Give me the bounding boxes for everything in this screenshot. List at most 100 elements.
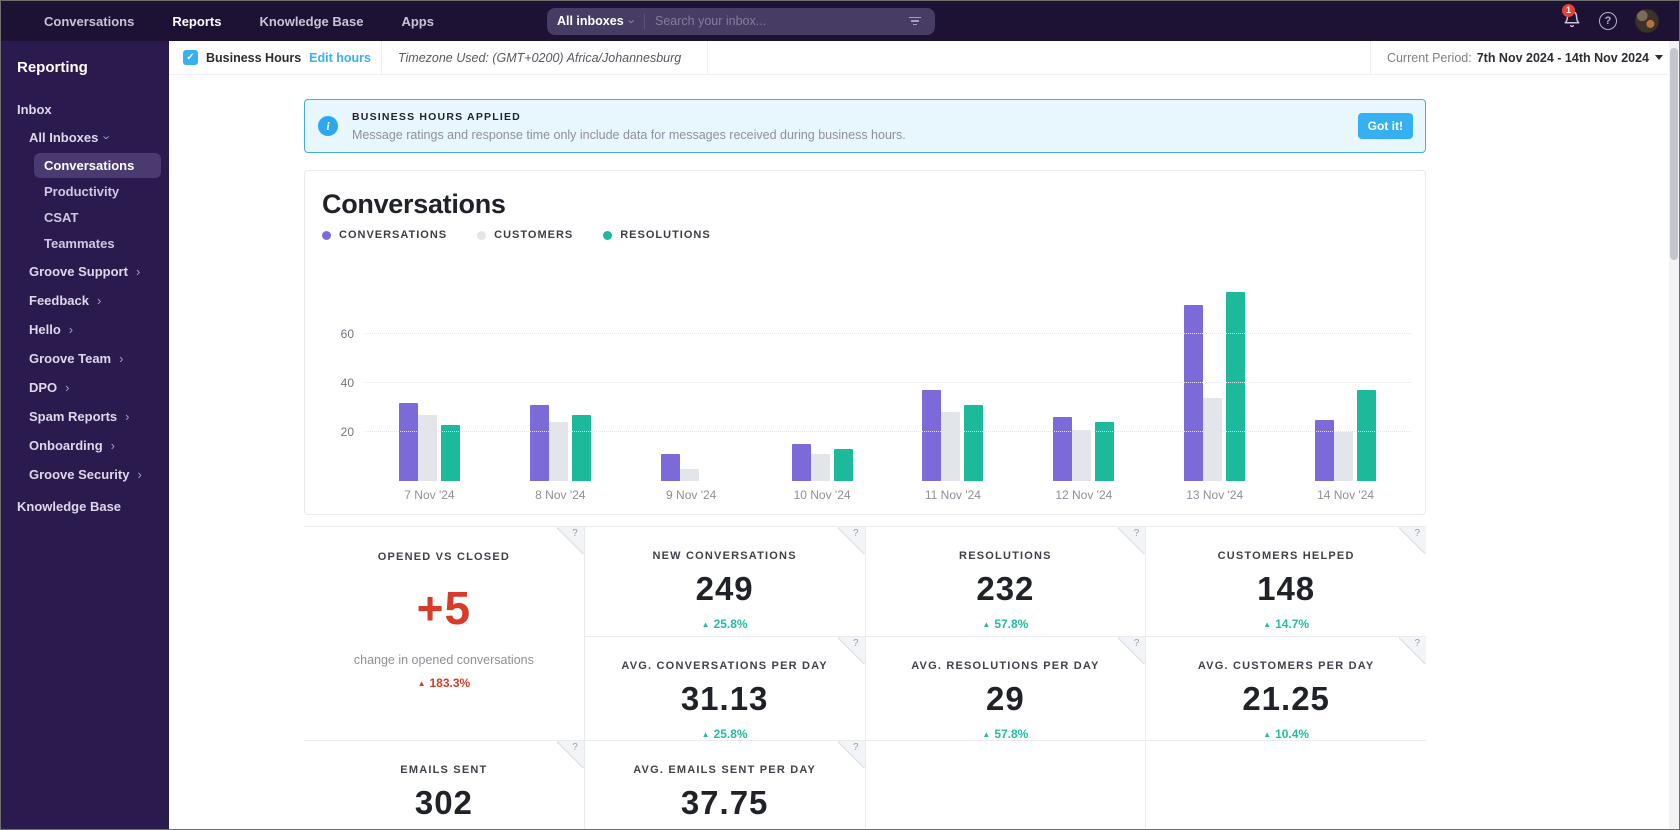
nav-conversations[interactable]: Conversations [25, 14, 153, 29]
scrollbar-thumb[interactable] [1670, 48, 1678, 260]
sidebar-group-feedback[interactable]: Feedback› [1, 286, 169, 315]
top-nav: Conversations Reports Knowledge Base App… [1, 1, 1679, 41]
sidebar-group-hello[interactable]: Hello› [1, 315, 169, 344]
nav-apps[interactable]: Apps [382, 14, 453, 29]
chart-title: Conversations [322, 189, 1411, 220]
bar-resolutions [834, 449, 853, 481]
card-avg-customers-per-day: ? AVG. CUSTOMERS PER DAY 21.25 ▲10.4% [1146, 637, 1426, 740]
nav-reports[interactable]: Reports [153, 14, 240, 29]
delta-arrow-icon: ▲ [702, 730, 710, 739]
bar-conversations [1053, 417, 1072, 481]
sidebar-group-dpo[interactable]: DPO› [1, 373, 169, 402]
nav-knowledge-base[interactable]: Knowledge Base [240, 14, 382, 29]
sidebar-item-teammates[interactable]: Teammates [34, 231, 161, 256]
legend-customers[interactable]: CUSTOMERS [477, 229, 573, 241]
conversations-chart-card: Conversations CONVERSATIONS CUSTOMERS [304, 170, 1426, 515]
sidebar-group-groove-team[interactable]: Groove Team› [1, 344, 169, 373]
caret-down-icon [1655, 55, 1663, 60]
notification-badge: 1 [1562, 4, 1575, 17]
primary-nav: Conversations Reports Knowledge Base App… [1, 14, 453, 29]
user-avatar[interactable] [1635, 9, 1659, 33]
card-avg-conversations-per-day: ? AVG. CONVERSATIONS PER DAY 31.13 ▲25.8… [585, 637, 865, 740]
bar-conversations [1315, 420, 1334, 481]
sidebar-group-groove-support[interactable]: Groove Support› [1, 257, 169, 286]
search-scope-label: All inboxes [557, 14, 624, 28]
card-help-icon[interactable]: ? [1399, 527, 1426, 554]
bar-group [1149, 269, 1280, 481]
card-help-icon[interactable]: ? [1118, 527, 1145, 554]
sidebar-all-inboxes[interactable]: All Inboxes › [1, 123, 169, 152]
legend-resolutions[interactable]: RESOLUTIONS [603, 229, 710, 241]
bar-resolutions [1357, 390, 1376, 481]
sidebar-section-knowledge-base[interactable]: Knowledge Base [1, 489, 169, 524]
legend-dot [477, 231, 486, 240]
bar-conversations [1184, 305, 1203, 481]
x-axis-label: 9 Nov '24 [626, 488, 757, 502]
bar-group [1018, 269, 1149, 481]
sidebar-group-onboarding[interactable]: Onboarding› [1, 431, 169, 460]
metric-cards-grid: ? OPENED VS CLOSED +5 change in opened c… [304, 526, 1426, 829]
app-window: Conversations Reports Knowledge Base App… [0, 0, 1680, 830]
bar-group [757, 269, 888, 481]
search-divider [644, 14, 645, 29]
sidebar-group-groove-security[interactable]: Groove Security› [1, 460, 169, 489]
gridline: 60 [364, 333, 1411, 334]
card-help-icon[interactable]: ? [838, 741, 865, 768]
sidebar-item-conversations[interactable]: Conversations [34, 153, 161, 178]
got-it-button[interactable]: Got it! [1358, 113, 1413, 139]
bar-conversations [792, 444, 811, 481]
gridline: 20 [364, 431, 1411, 432]
chart-legend: CONVERSATIONS CUSTOMERS RESOLUTIONS [322, 229, 1411, 241]
bar-customers [811, 454, 830, 481]
bar-customers [418, 415, 437, 481]
current-period-dropdown[interactable]: 7th Nov 2024 - 14th Nov 2024 [1477, 51, 1663, 65]
card-resolutions: ? RESOLUTIONS 232 ▲57.8% [866, 527, 1146, 636]
chevron-right-icon: › [137, 468, 141, 481]
report-subheader: ✓ Business Hours Edit hours Timezone Use… [169, 41, 1679, 75]
empty-cell [1146, 741, 1426, 829]
sidebar-item-csat[interactable]: CSAT [34, 205, 161, 230]
bar-customers [941, 412, 960, 481]
search-input[interactable] [655, 14, 905, 28]
chart-x-labels: 7 Nov '248 Nov '249 Nov '2410 Nov '2411 … [364, 488, 1411, 502]
card-help-icon[interactable]: ? [838, 527, 865, 554]
legend-conversations[interactable]: CONVERSATIONS [322, 229, 447, 241]
card-help-icon[interactable]: ? [557, 741, 584, 768]
x-axis-label: 8 Nov '24 [495, 488, 626, 502]
delta-arrow-icon: ▲ [1263, 620, 1271, 629]
divider [707, 41, 708, 75]
x-axis-label: 10 Nov '24 [757, 488, 888, 502]
notifications-button[interactable]: 1 [1563, 10, 1581, 33]
bar-group [364, 269, 495, 481]
card-help-icon[interactable]: ? [557, 527, 584, 554]
help-icon[interactable]: ? [1599, 12, 1617, 30]
business-hours-checkbox[interactable]: ✓ [183, 50, 198, 65]
current-period: Current Period: 7th Nov 2024 - 14th Nov … [1370, 41, 1679, 75]
bar-conversations [661, 454, 680, 481]
info-icon: i [318, 116, 338, 136]
search-scope-dropdown[interactable]: All inboxes › [557, 14, 634, 28]
business-hours-banner: i BUSINESS HOURS APPLIED Message ratings… [304, 99, 1426, 153]
report-body: i BUSINESS HOURS APPLIED Message ratings… [169, 75, 1679, 829]
bar-resolutions [1226, 292, 1245, 481]
sidebar-section-inbox[interactable]: Inbox [1, 96, 169, 123]
x-axis-label: 7 Nov '24 [364, 488, 495, 502]
sidebar-group-spam-reports[interactable]: Spam Reports› [1, 402, 169, 431]
banner-body: Message ratings and response time only i… [352, 128, 906, 142]
bar-customers [1203, 398, 1222, 481]
card-help-icon[interactable]: ? [1118, 637, 1145, 664]
card-help-icon[interactable]: ? [1399, 637, 1426, 664]
card-emails-sent: ? EMAILS SENT 302 ▼1.3% [304, 741, 584, 829]
filter-icon[interactable] [905, 13, 925, 30]
sidebar-item-productivity[interactable]: Productivity [34, 179, 161, 204]
vertical-scrollbar [1669, 41, 1679, 829]
business-hours-label: Business Hours [206, 51, 301, 65]
bar-conversations [399, 403, 418, 481]
chevron-down-icon: › [625, 19, 638, 23]
delta-arrow-icon: ▲ [982, 730, 990, 739]
edit-hours-link[interactable]: Edit hours [309, 51, 371, 65]
x-axis-label: 12 Nov '24 [1018, 488, 1149, 502]
card-caption: change in opened conversations [304, 653, 584, 667]
card-help-icon[interactable]: ? [838, 637, 865, 664]
card-customers-helped: ? CUSTOMERS HELPED 148 ▲14.7% [1146, 527, 1426, 636]
